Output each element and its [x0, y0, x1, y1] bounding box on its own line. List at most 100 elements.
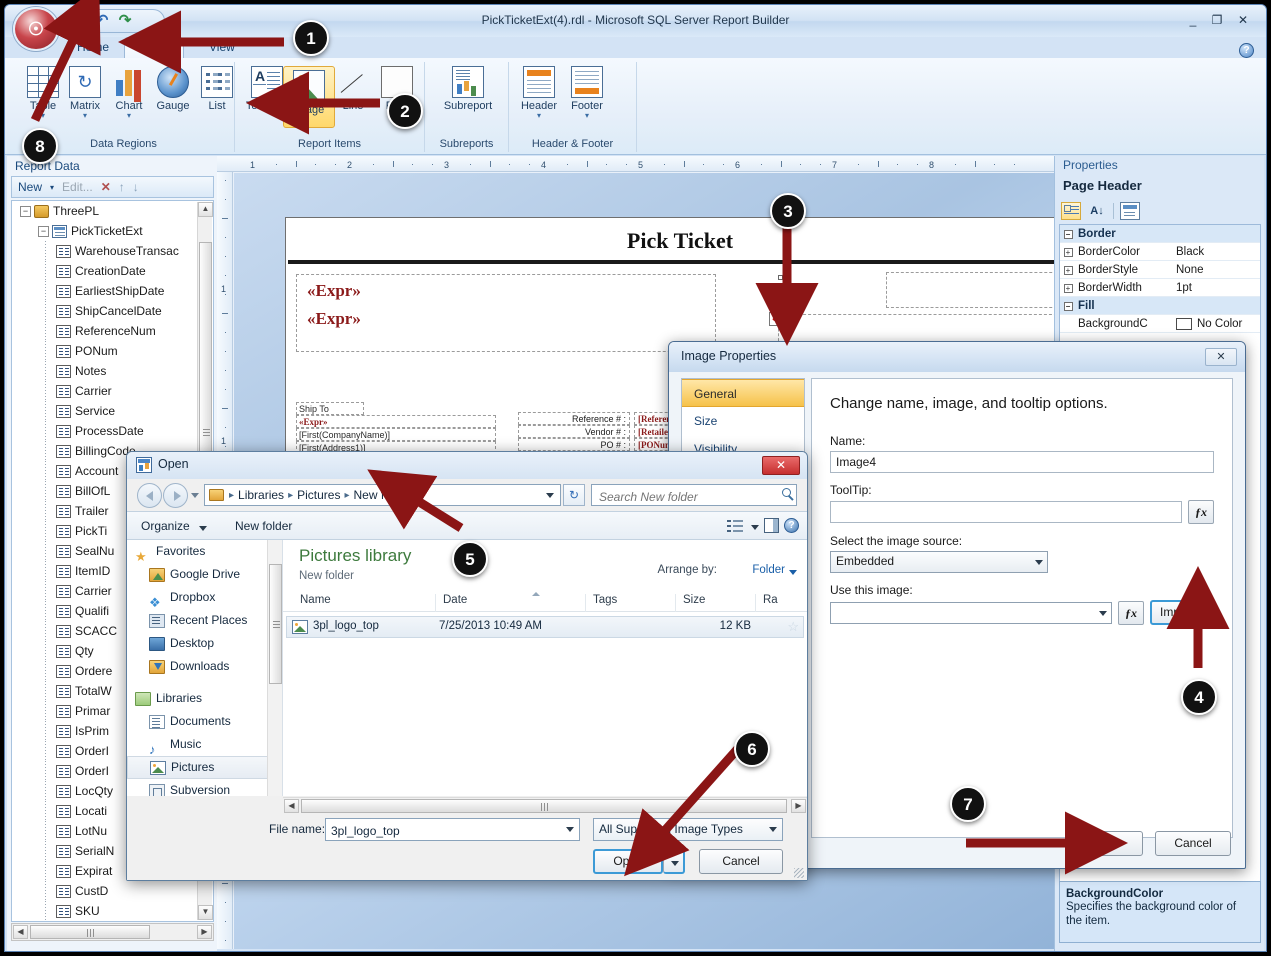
- hscrollbar-thumb[interactable]: [301, 799, 787, 813]
- column-header-date[interactable]: Date: [435, 594, 585, 612]
- rating-star-icon[interactable]: ☆: [787, 619, 799, 635]
- nav-item-documents[interactable]: Documents: [127, 710, 282, 733]
- cancel-button[interactable]: Cancel: [699, 849, 783, 874]
- chevron-down-icon[interactable]: ▾: [103, 112, 155, 120]
- property-expander-icon[interactable]: +: [1063, 284, 1073, 293]
- breadcrumb[interactable]: ▸ Libraries ▸ Pictures ▸ New folder: [204, 484, 561, 506]
- edit-button[interactable]: Edit...: [62, 180, 93, 194]
- scroll-up-icon[interactable]: ▲: [198, 202, 213, 217]
- help-icon[interactable]: ?: [1239, 43, 1254, 58]
- tree-expander-icon[interactable]: −: [20, 206, 31, 218]
- file-type-select[interactable]: All Supported Image Types: [593, 818, 783, 841]
- nav-item-recent-places[interactable]: Recent Places: [127, 609, 282, 632]
- tab-insert[interactable]: Insert: [124, 37, 185, 59]
- property-value[interactable]: No Color: [1172, 315, 1260, 332]
- open-button[interactable]: Open: [593, 849, 663, 874]
- column-header-size[interactable]: Size: [675, 594, 755, 612]
- property-value[interactable]: Black: [1172, 243, 1260, 260]
- delete-icon[interactable]: ✕: [101, 180, 111, 194]
- use-image-expression-icon[interactable]: ƒx: [1117, 600, 1144, 625]
- minimize-button[interactable]: _: [1182, 13, 1204, 29]
- selection-grip[interactable]: [778, 275, 783, 280]
- nav-item-dropbox[interactable]: ❖ Dropbox: [127, 586, 282, 610]
- property-value[interactable]: [1172, 297, 1260, 314]
- property-expander-icon[interactable]: +: [1063, 248, 1073, 257]
- close-icon[interactable]: ✕: [762, 456, 800, 475]
- help-icon[interactable]: ?: [784, 518, 799, 533]
- refresh-icon[interactable]: ↻: [563, 484, 585, 506]
- tree-node[interactable]: Notes: [12, 361, 213, 381]
- organize-button[interactable]: Organize: [141, 519, 190, 533]
- new-button[interactable]: New: [18, 180, 42, 194]
- tree-node[interactable]: ProcessDate: [12, 421, 213, 441]
- tree-expander-icon[interactable]: −: [38, 226, 49, 238]
- property-row[interactable]: + BorderWidth 1pt: [1060, 279, 1260, 297]
- tree-node[interactable]: − ThreePL: [12, 201, 213, 221]
- scroll-right-icon[interactable]: ▶: [791, 799, 806, 813]
- property-expander-icon[interactable]: −: [1063, 230, 1073, 239]
- ribbon-button-subreport[interactable]: Subreport: [439, 66, 497, 112]
- ship-to-line-2[interactable]: [First(CompanyName)]: [296, 428, 496, 441]
- tree-node[interactable]: WarehouseTransac: [12, 241, 213, 261]
- tree-node[interactable]: CreationDate: [12, 261, 213, 281]
- breadcrumb-new-folder[interactable]: New folder: [351, 488, 412, 502]
- arrange-by-value[interactable]: Folder: [752, 564, 785, 576]
- back-icon[interactable]: [137, 483, 162, 508]
- property-row[interactable]: BackgroundC No Color: [1060, 315, 1260, 333]
- property-row[interactable]: + BorderStyle None: [1060, 261, 1260, 279]
- hscrollbar-thumb[interactable]: [30, 925, 150, 939]
- property-value[interactable]: None: [1172, 261, 1260, 278]
- broken-image-icon[interactable]: ✖: [769, 312, 783, 326]
- property-value[interactable]: 1pt: [1172, 279, 1260, 296]
- breadcrumb-pictures[interactable]: Pictures: [295, 488, 342, 502]
- chevron-down-icon[interactable]: [769, 827, 777, 832]
- detail-label-1[interactable]: Vendor # :: [518, 425, 630, 438]
- nav-item-general[interactable]: General: [682, 379, 804, 407]
- new-folder-button[interactable]: New folder: [235, 519, 292, 533]
- chevron-down-icon[interactable]: [751, 525, 759, 530]
- property-row[interactable]: + BorderColor Black: [1060, 243, 1260, 261]
- tree-node[interactable]: ReferenceNum: [12, 321, 213, 341]
- property-pages-icon[interactable]: [1120, 202, 1140, 220]
- property-category-row[interactable]: − Fill: [1060, 297, 1260, 315]
- column-header-name[interactable]: Name: [293, 594, 435, 612]
- report-title-textbox[interactable]: Pick Ticket: [286, 228, 1054, 254]
- detail-label-0[interactable]: Reference # :: [518, 412, 630, 425]
- tree-node[interactable]: ItemD: [12, 921, 213, 922]
- tree-node[interactable]: CustD: [12, 881, 213, 901]
- tooltip-input[interactable]: [830, 501, 1182, 523]
- tooltip-expression-icon[interactable]: ƒx: [1188, 500, 1214, 524]
- close-button[interactable]: ✕: [1232, 13, 1254, 29]
- chevron-down-icon[interactable]: [546, 493, 554, 498]
- breadcrumb-libraries[interactable]: Libraries: [236, 488, 286, 502]
- tab-view[interactable]: View: [195, 37, 249, 59]
- nav-item-music[interactable]: ♪ Music: [127, 733, 282, 757]
- tree-node[interactable]: SKU: [12, 901, 213, 921]
- open-dialog-navigation-pane[interactable]: ★ Favorites Google Drive ❖ Dropbox Recent Pla…: [127, 540, 283, 796]
- scroll-right-icon[interactable]: ▶: [197, 925, 212, 939]
- property-category-row[interactable]: − Border: [1060, 225, 1260, 243]
- move-up-icon[interactable]: ↑: [119, 180, 125, 194]
- ribbon-button-header[interactable]: Header ▾: [513, 66, 565, 120]
- tree-node[interactable]: PONum: [12, 341, 213, 361]
- import-button[interactable]: Import...: [1149, 600, 1214, 625]
- scrollbar-thumb[interactable]: [269, 564, 282, 684]
- ship-to-line-1[interactable]: «Expr»: [296, 415, 496, 428]
- nav-item-favorites[interactable]: ★ Favorites: [127, 540, 282, 564]
- undo-icon[interactable]: ↶: [94, 13, 110, 29]
- image-source-select[interactable]: Embedded: [830, 551, 1048, 573]
- use-image-select[interactable]: [830, 601, 1112, 624]
- name-input[interactable]: [830, 451, 1214, 473]
- property-expander-icon[interactable]: −: [1063, 302, 1073, 311]
- search-input[interactable]: [591, 484, 797, 506]
- table-row[interactable]: 3pl_logo_top 7/25/2013 10:49 AM 12 KB ☆: [286, 616, 804, 638]
- categorized-view-icon[interactable]: [1061, 202, 1081, 220]
- report-data-horizontal-scrollbar[interactable]: ◀ ▶: [11, 923, 214, 941]
- chevron-down-icon[interactable]: ▾: [513, 112, 565, 120]
- resize-grip[interactable]: [794, 868, 804, 878]
- tree-node[interactable]: Carrier: [12, 381, 213, 401]
- maximize-button[interactable]: ❐: [1206, 13, 1228, 29]
- tree-node[interactable]: ShipCancelDate: [12, 301, 213, 321]
- change-view-icon[interactable]: [727, 518, 743, 534]
- chevron-down-icon[interactable]: [789, 570, 797, 575]
